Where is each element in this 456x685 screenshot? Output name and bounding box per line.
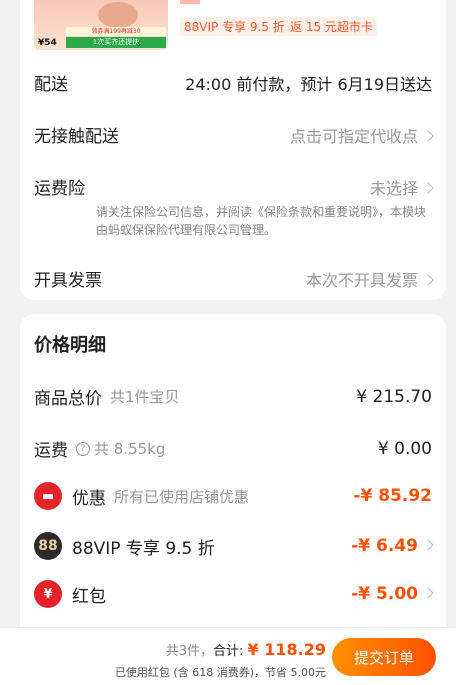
- cashback-tag: 返 15 元超市卡: [286, 17, 377, 36]
- goods-count: 共1件宝贝: [110, 388, 180, 406]
- discount-row[interactable]: ▬ 优惠 所有已使用店铺优惠 -¥ 85.92: [34, 482, 432, 510]
- invoice-value: 本次不开具发票: [305, 270, 418, 290]
- product-thumbnail[interactable]: 领券满199再减30 1次买齐还提快 ¥54: [34, 0, 168, 50]
- submit-order-button[interactable]: 提交订单: [332, 638, 436, 676]
- thumb-price: ¥54: [38, 38, 57, 48]
- insurance-value: 未选择: [369, 178, 418, 198]
- vip-discount-tag: 88VIP 专享 9.5 折: [180, 17, 289, 36]
- red-envelope-icon: ¥: [34, 580, 62, 608]
- shipping-weight: 共 8.55kg: [94, 440, 166, 458]
- price-detail-card: 价格明细 商品总价 共1件宝贝 ¥ 215.70 运费 ? 共 8.55kg ¥…: [20, 314, 446, 634]
- goods-total-label: 商品总价: [34, 389, 102, 409]
- shipping-amount: ¥ 0.00: [377, 438, 432, 459]
- chevron-right-icon: [422, 129, 434, 142]
- contactless-label: 无接触配送: [34, 127, 119, 147]
- chevron-right-icon: [422, 273, 434, 286]
- discount-amount: -¥ 85.92: [353, 486, 432, 506]
- item-count: 共3件，: [165, 644, 214, 659]
- total-line: 共3件，合计: ¥ 118.29: [166, 640, 326, 659]
- chevron-right-icon: [422, 181, 434, 194]
- total-label: 合计:: [213, 644, 244, 659]
- chevron-right-icon: [422, 587, 434, 599]
- contactless-value: 点击可指定代收点: [289, 126, 418, 146]
- vip-amount: -¥ 6.49: [351, 536, 418, 556]
- invoice-label: 开具发票: [34, 271, 102, 291]
- redpack-label: 红包: [72, 586, 106, 607]
- discount-sub: 所有已使用店铺优惠: [114, 487, 250, 506]
- discount-label: 优惠: [72, 488, 106, 509]
- insurance-label: 运费险: [34, 179, 85, 199]
- delivery-row: 配送 24:00 前付款，预计 6月19日送达: [34, 70, 432, 96]
- chevron-right-icon: [422, 539, 434, 551]
- tag-edge: [180, 0, 200, 4]
- coupon-icon: ▬: [34, 482, 62, 510]
- redpack-amount: -¥ 5.00: [351, 584, 418, 604]
- vip-label: 88VIP 专享 9.5 折: [72, 538, 215, 559]
- 88vip-icon: 88: [34, 532, 62, 560]
- shipping-row: 运费 ? 共 8.55kg ¥ 0.00: [34, 436, 432, 462]
- vip-row[interactable]: 88 88VIP 专享 9.5 折 -¥ 6.49: [34, 532, 434, 560]
- product-art: [98, 2, 138, 28]
- goods-total-row: 商品总价 共1件宝贝 ¥ 215.70: [34, 384, 432, 410]
- checkout-bar: 共3件，合计: ¥ 118.29 已使用红包 (含 618 消费券)，节省 5.…: [0, 627, 456, 685]
- total-amount: ¥ 118.29: [247, 640, 326, 659]
- redpack-row[interactable]: ¥ 红包 -¥ 5.00: [34, 580, 434, 608]
- insurance-row[interactable]: 运费险 未选择: [34, 174, 434, 199]
- shipping-label: 运费: [34, 441, 68, 461]
- order-info-card: 领券满199再减30 1次买齐还提快 ¥54 88VIP 专享 9.5 折 返 …: [20, 0, 446, 300]
- thumb-promo: 领券满199再减30: [66, 27, 166, 36]
- invoice-row[interactable]: 开具发票 本次不开具发票: [34, 266, 434, 291]
- saving-line: 已使用红包 (含 618 消费券)，节省 5.00元: [114, 666, 326, 679]
- delivery-label: 配送: [34, 75, 68, 95]
- delivery-value: 24:00 前付款，预计 6月19日送达: [185, 74, 432, 94]
- question-icon[interactable]: ?: [76, 441, 90, 456]
- price-detail-title: 价格明细: [34, 335, 106, 356]
- goods-total-amount: ¥ 215.70: [356, 386, 432, 407]
- insurance-note: 请关注保险公司信息，并阅读《保险条款和重要说明》，本模块由蚂蚁保保险代理有限公司…: [96, 205, 427, 237]
- contactless-row[interactable]: 无接触配送 点击可指定代收点: [34, 122, 434, 147]
- thumb-badge: 1次买齐还提快: [66, 37, 166, 48]
